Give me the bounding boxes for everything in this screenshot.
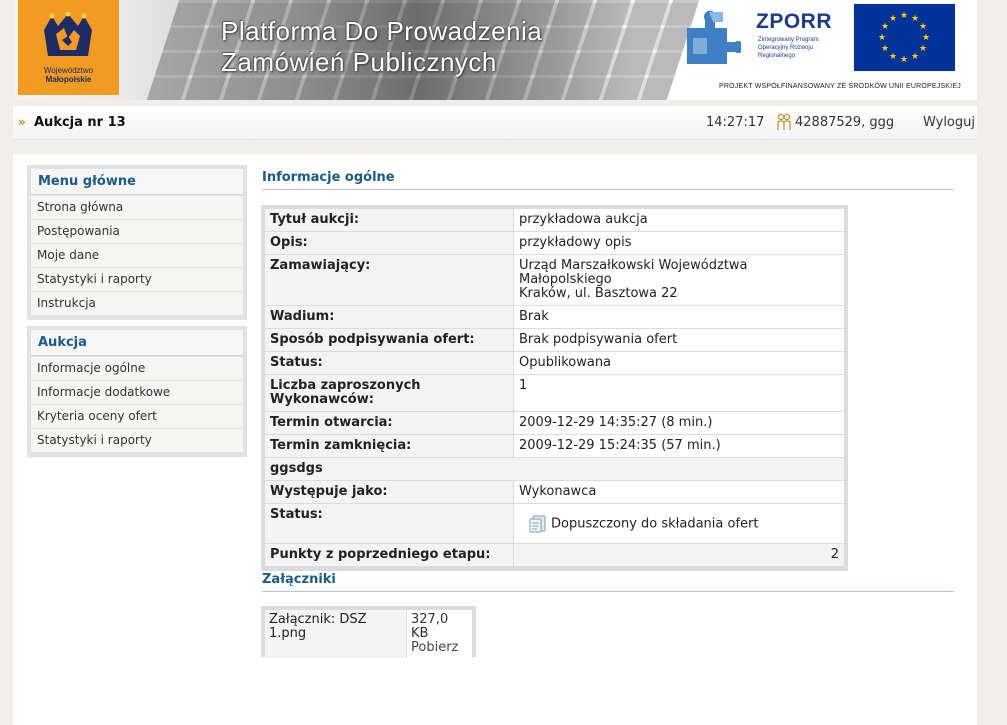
table-row: Status: Dopuszczony do składania ofert [265,504,844,544]
label-invited: Liczba zaproszonych Wykonawców: [265,375,514,412]
table-row: Liczba zaproszonych Wykonawców: 1 [265,375,844,412]
value-title: przykładowa aukcja [514,209,844,232]
label-points: Punkty z poprzedniego etapu: [265,544,514,567]
chevron-icon: » [18,115,26,129]
participant-status-text: Dopuszczony do składania ofert [551,516,759,531]
table-row: Termin zamknięcia: 2009-12-29 15:24:35 (… [265,435,844,458]
value-status: Opublikowana [514,352,844,375]
platform-title-line-2: Zamówień Publicznych [221,47,497,77]
svg-text:★: ★ [889,14,897,24]
menu-item-home[interactable]: Strona główna [31,196,243,219]
menu-item-additional-info[interactable]: Informacje dodatkowe [31,381,243,404]
document-icon [529,515,546,532]
table-row: Sposób podpisywania ofert: Brak podpisyw… [265,329,844,352]
user-icon [777,113,791,130]
value-open-date: 2009-12-29 14:35:27 (8 min.) [514,412,844,435]
label-participant-status: Status: [265,504,514,544]
table-row: Wadium: Brak [265,306,844,329]
svg-text:★: ★ [919,44,927,54]
label-close-date: Termin zamknięcia: [265,435,514,458]
clock: 14:27:17 [706,115,765,130]
logout-link[interactable]: Wyloguj [923,115,975,130]
region-logo-text: Województwo Małopolskie [18,66,119,84]
svg-text:★: ★ [881,44,889,54]
svg-text:★: ★ [900,11,908,21]
table-row: Załącznik: DSZ 1.png 327,0 KB Pobierz [265,610,472,658]
value-points: 2 [514,544,844,567]
label-orderer: Zamawiający: [265,255,514,306]
table-row: Zamawiający: Urząd Marszałkowski Wojewód… [265,255,844,306]
zporr-name: ZPORR [756,10,832,33]
logo-line-1: Województwo [43,66,94,75]
main-panel: Menu główne Strona główna Postępowania M… [13,154,977,725]
menu-item-general-info[interactable]: Informacje ogólne [31,357,243,380]
attachment-cell: 327,0 KB Pobierz [407,610,472,658]
label-role: Występuje jako: [265,481,514,504]
value-description: przykładowy opis [514,232,844,255]
group-heading: ggsdgs [265,458,844,481]
svg-text:★: ★ [881,22,889,32]
label-open-date: Termin otwarcia: [265,412,514,435]
main-menu-heading: Menu główne [31,169,243,195]
value-role: Wykonawca [514,481,844,504]
menu-item-statistics[interactable]: Statystyki i raporty [31,268,243,291]
general-info-table: Tytuł aukcji: przykładowa aukcja Opis: p… [261,205,848,571]
label-title: Tytuł aukcji: [265,209,514,232]
user-info: 42887529, ggg [795,115,895,130]
value-invited: 1 [514,375,844,412]
crest-icon [44,12,92,56]
label-description: Opis: [265,232,514,255]
region-logo: Województwo Małopolskie [18,0,119,95]
logo-line-2: Małopolskie [45,75,92,84]
table-row: Status: Opublikowana [265,352,844,375]
section-title-attachments: Załączniki [262,572,954,592]
menu-item-auction-statistics[interactable]: Statystyki i raporty [31,429,243,452]
value-signing: Brak podpisywania ofert [514,329,844,352]
value-participant-status: Dopuszczony do składania ofert [514,504,844,544]
menu-item-proceedings[interactable]: Postępowania [31,220,243,243]
orderer-line-1: Urząd Marszałkowski Województwa Małopols… [519,258,748,287]
svg-text:★: ★ [900,55,908,65]
svg-text:★: ★ [919,22,927,32]
eu-flag-icon: ★ ★ ★ ★ ★ ★ ★ ★ ★ ★ ★ ★ [854,4,955,71]
svg-text:★: ★ [911,52,919,62]
eu-stars: ★ ★ ★ ★ ★ ★ ★ ★ ★ ★ ★ ★ [878,11,930,65]
value-wadium: Brak [514,306,844,329]
table-row: ggsdgs [265,458,844,481]
menu-item-criteria[interactable]: Kryteria oceny ofert [31,405,243,428]
table-row: Występuje jako: Wykonawca [265,481,844,504]
attachment-size: 327,0 KB [411,612,449,641]
platform-title-line-1: Platforma Do Prowadzenia [221,16,543,46]
svg-text:★: ★ [889,52,897,62]
orderer-line-2: Kraków, ul. Basztowa 22 [519,286,678,301]
label-status: Status: [265,352,514,375]
label-signing: Sposób podpisywania ofert: [265,329,514,352]
platform-title: Platforma Do Prowadzenia Zamówień Public… [221,16,641,78]
table-row: Termin otwarcia: 2009-12-29 14:35:27 (8 … [265,412,844,435]
svg-text:★: ★ [911,14,919,24]
svg-text:★: ★ [922,33,930,43]
download-link[interactable]: Pobierz [411,641,468,655]
attachment-name: Załącznik: DSZ 1.png [265,610,407,658]
table-row: Opis: przykładowy opis [265,232,844,255]
main-menu: Menu główne Strona główna Postępowania M… [27,165,247,320]
puzzle-icon [687,10,741,64]
attachments-table: Załącznik: DSZ 1.png 327,0 KB Pobierz [261,606,476,658]
section-title-general-info: Informacje ogólne [262,170,954,190]
value-close-date: 2009-12-29 15:24:35 (57 min.) [514,435,844,458]
zporr-subtitle: Zintegrowany Program Operacyjny Rozwoju … [758,37,819,59]
top-bar: » Aukcja nr 13 14:27:17 42887529, ggg Wy… [13,106,977,140]
menu-item-my-data[interactable]: Moje dane [31,244,243,267]
table-row: Punkty z poprzedniego etapu: 2 [265,544,844,567]
table-row: Tytuł aukcji: przykładowa aukcja [265,209,844,232]
auction-menu: Aukcja Informacje ogólne Informacje doda… [27,326,247,457]
label-wadium: Wadium: [265,306,514,329]
auction-title: Aukcja nr 13 [34,115,126,130]
menu-item-instructions[interactable]: Instrukcja [31,292,243,315]
svg-text:★: ★ [878,33,886,43]
cofinanced-note: PROJEKT WSPÓŁFINANSOWANY ZE ŚRODKÓW UNII… [719,83,961,90]
auction-menu-heading: Aukcja [31,330,243,356]
value-orderer: Urząd Marszałkowski Województwa Małopols… [514,255,844,306]
